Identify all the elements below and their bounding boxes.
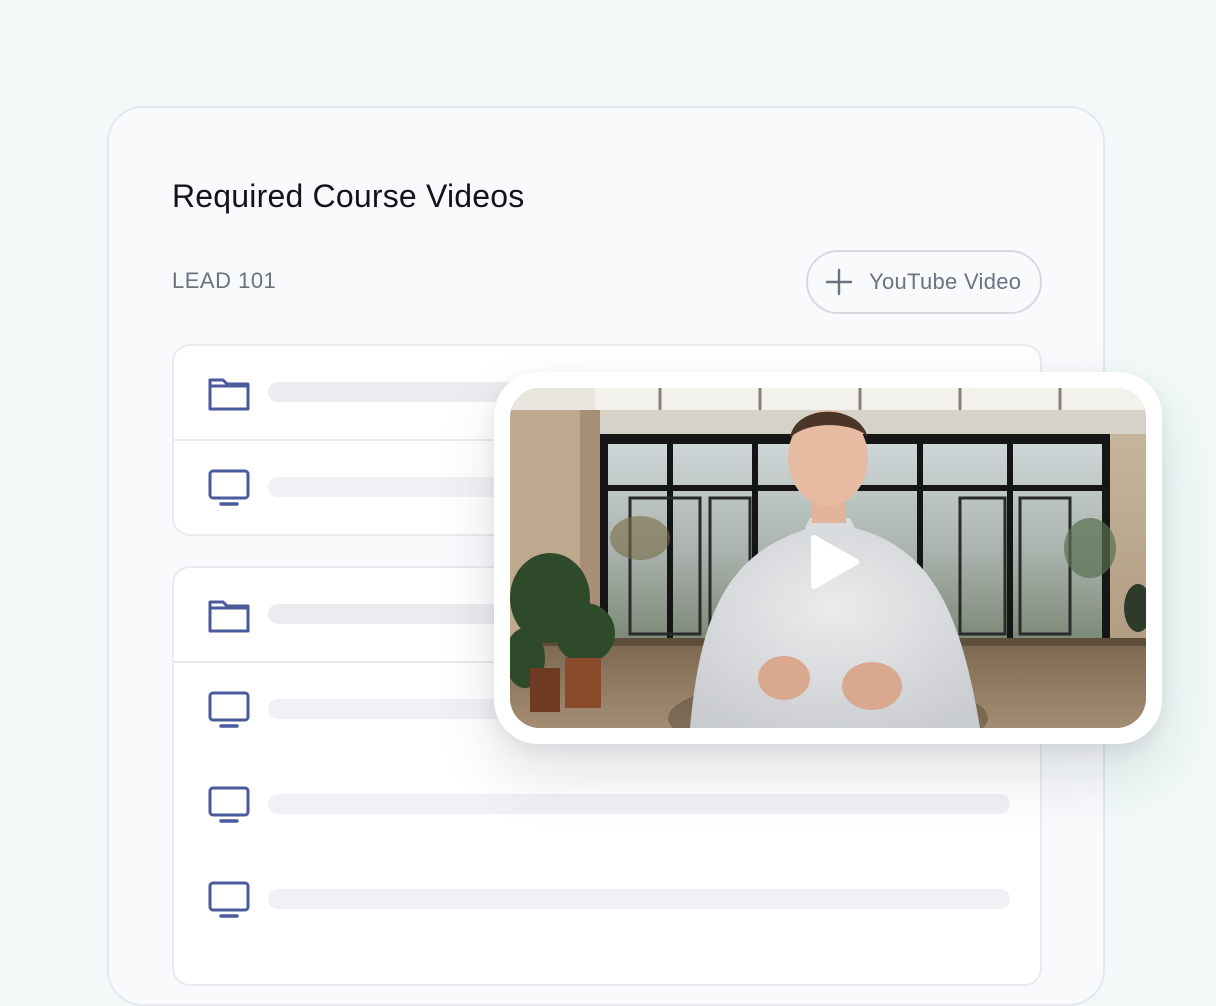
page-title: Required Course Videos [172,178,525,214]
plus-icon [825,268,853,296]
course-code-label: LEAD 101 [172,268,277,293]
monitor-icon [208,691,250,728]
video-preview-card [494,372,1162,744]
add-youtube-video-button[interactable]: YouTube Video [806,250,1042,314]
play-icon[interactable] [808,534,860,590]
video-player[interactable] [510,388,1146,728]
monitor-icon [208,881,250,918]
add-youtube-video-label: YouTube Video [869,269,1022,294]
list-item[interactable] [174,758,1040,853]
monitor-icon [208,469,250,506]
placeholder-bar [268,889,1010,909]
folder-icon [208,600,250,633]
folder-icon [208,378,250,411]
list-item[interactable] [174,853,1040,948]
monitor-icon [208,786,250,823]
placeholder-bar [268,794,1010,814]
